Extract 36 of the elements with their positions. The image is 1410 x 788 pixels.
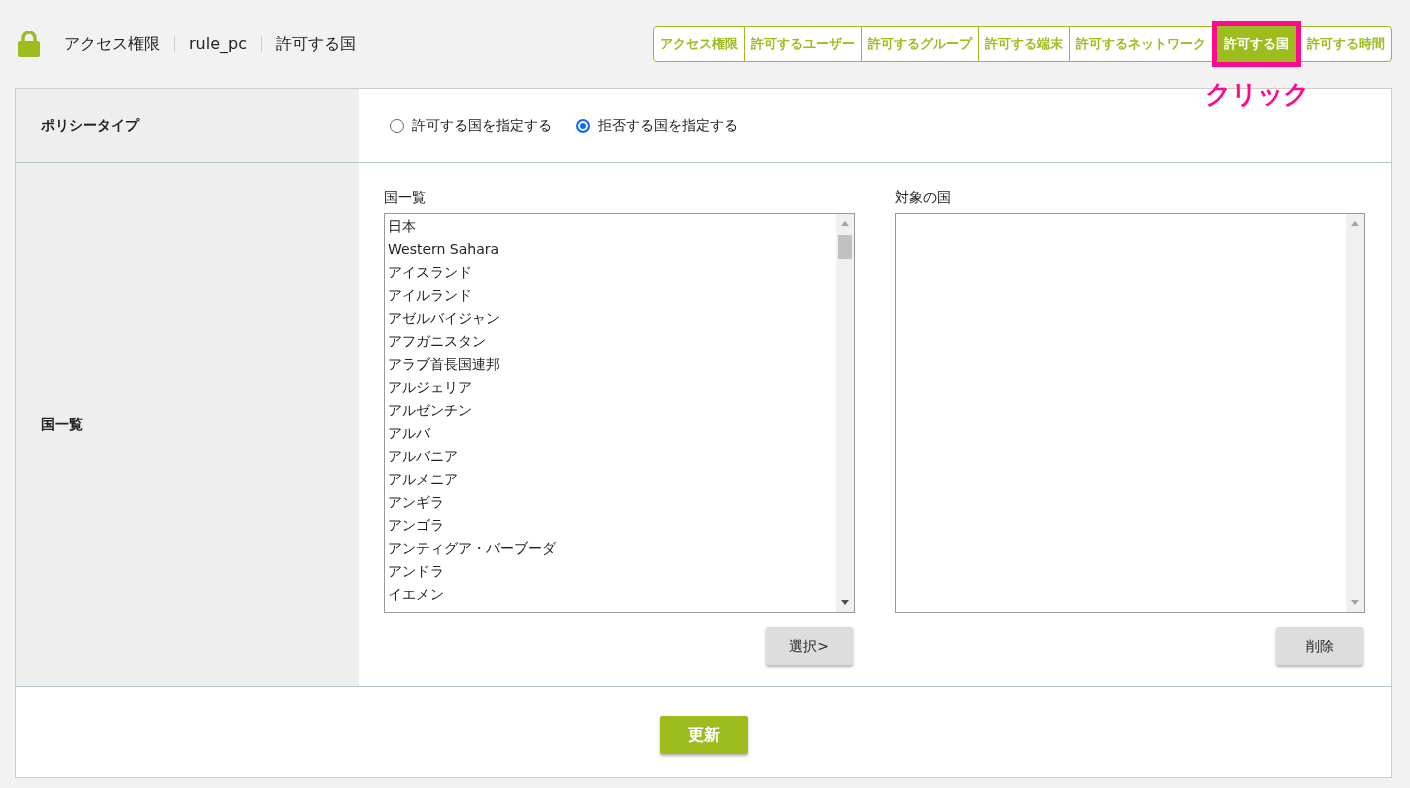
scrollbar[interactable]: [835, 214, 854, 612]
option-label: 拒否する国を指定する: [598, 116, 738, 135]
list-item[interactable]: イエメン: [385, 583, 836, 606]
breadcrumb-item: 許可する国: [275, 33, 356, 55]
list-item[interactable]: アンティグア・バーブーダ: [385, 537, 836, 560]
list-item[interactable]: 日本: [385, 215, 836, 238]
lock-icon: [18, 31, 40, 57]
list-item[interactable]: アルバ: [385, 422, 836, 445]
select-button[interactable]: 選択>: [765, 627, 853, 665]
delete-button[interactable]: 削除: [1276, 627, 1363, 665]
list-item[interactable]: アルゼンチン: [385, 399, 836, 422]
list-title: 対象の国: [894, 188, 952, 207]
scrollbar[interactable]: [1346, 214, 1364, 612]
row-label: 国一覧: [41, 415, 83, 434]
list-item[interactable]: アルバニア: [385, 445, 836, 468]
list-item[interactable]: アルジェリア: [385, 376, 836, 399]
list-item[interactable]: アラブ首長国連邦: [385, 353, 836, 376]
option-label: 許可する国を指定する: [412, 116, 552, 135]
list-item[interactable]: アンドラ: [385, 560, 836, 583]
row-label: ポリシータイプ: [41, 116, 139, 135]
breadcrumb-item[interactable]: アクセス権限: [64, 32, 160, 56]
annotation-label: クリック: [1204, 78, 1309, 112]
list-item[interactable]: アゼルバイジャン: [385, 307, 836, 330]
radio-button[interactable]: [576, 118, 590, 133]
breadcrumb-item[interactable]: rule_pc: [189, 32, 247, 56]
list-box[interactable]: 日本 Western Sahara アイスランド アイルランド アゼルバイジャン アフガニスタン アラブ首長国連邦 アルジェリア アルゼンチン アルバ アルバニア アルメニア アンギラ アンゴラ アンティグア・バーブーダ アンドラ イエメン: [384, 213, 855, 613]
list-item[interactable]: アイルランド: [385, 284, 836, 307]
list-item[interactable]: アンゴラ: [385, 514, 836, 537]
list-box[interactable]: [894, 213, 1365, 613]
list-item[interactable]: アフガニスタン: [385, 330, 836, 353]
list-item[interactable]: Western Sahara: [385, 238, 836, 261]
list-item[interactable]: アルメニア: [385, 468, 836, 491]
list-title: 国一覧: [384, 188, 427, 207]
list-item[interactable]: アイスランド: [385, 261, 836, 284]
radio-button[interactable]: [390, 118, 404, 133]
list-item[interactable]: アンギラ: [385, 491, 836, 514]
